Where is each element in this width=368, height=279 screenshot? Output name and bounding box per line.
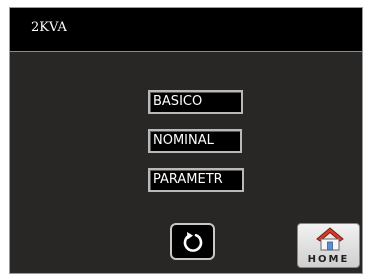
parametr-button[interactable]: PARAMETR bbox=[148, 168, 244, 192]
title-bar: 2KVA bbox=[10, 8, 362, 51]
nominal-button[interactable]: NOMINAL bbox=[148, 129, 242, 153]
home-icon bbox=[316, 227, 344, 251]
page-title: 2KVA bbox=[31, 20, 67, 35]
refresh-button[interactable] bbox=[170, 223, 215, 260]
display-screen: 2KVA BASICO NOMINAL PARAMETR HOME bbox=[9, 7, 363, 274]
refresh-icon bbox=[183, 231, 202, 252]
home-button[interactable]: HOME bbox=[297, 223, 360, 268]
home-label: HOME bbox=[307, 254, 350, 265]
divider bbox=[10, 51, 362, 52]
basico-button[interactable]: BASICO bbox=[148, 90, 243, 114]
